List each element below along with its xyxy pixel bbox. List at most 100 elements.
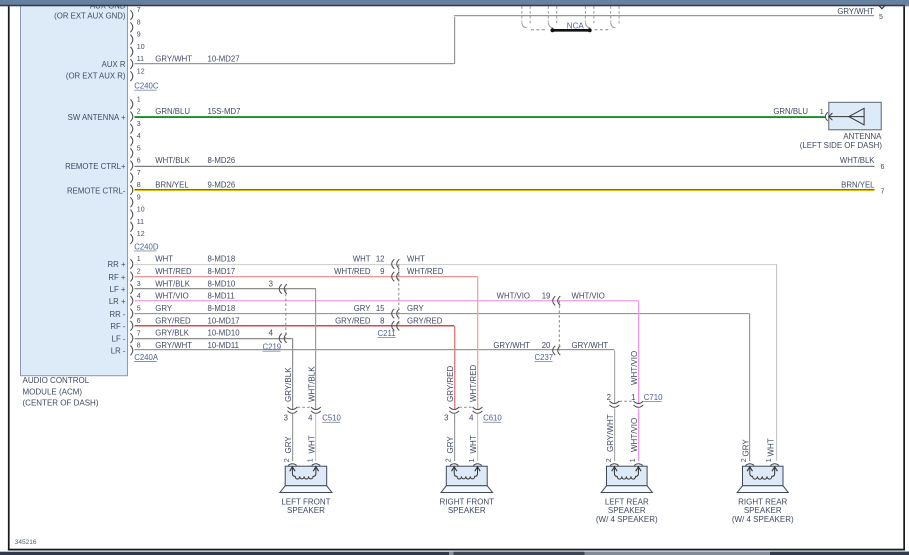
svg-text:REMOTE CTRL+: REMOTE CTRL+ [65, 162, 126, 171]
svg-text:WHT/VIO: WHT/VIO [630, 351, 639, 385]
svg-text:(W/ 4 SPEAKER): (W/ 4 SPEAKER) [732, 515, 794, 524]
svg-text:2: 2 [284, 458, 291, 462]
svg-text:C219: C219 [263, 343, 282, 352]
svg-text:SPEAKER: SPEAKER [608, 506, 646, 515]
svg-text:WHT/RED: WHT/RED [155, 267, 192, 276]
svg-text:10-MD11: 10-MD11 [208, 341, 240, 350]
svg-text:GRY: GRY [446, 436, 455, 454]
svg-text:4: 4 [269, 329, 274, 338]
svg-text:8-MD18: 8-MD18 [208, 255, 236, 264]
svg-text:15S-MD7: 15S-MD7 [208, 107, 241, 116]
svg-text:10: 10 [137, 207, 145, 214]
svg-text:4: 4 [137, 293, 141, 300]
svg-text:BRN/YEL: BRN/YEL [841, 181, 875, 190]
svg-text:WHT/VIO: WHT/VIO [155, 291, 188, 300]
svg-text:GRY/BLK: GRY/BLK [284, 367, 293, 402]
svg-text:7: 7 [137, 330, 141, 337]
svg-text:RR -: RR - [109, 310, 125, 319]
svg-text:3: 3 [137, 281, 141, 288]
svg-text:WHT/RED: WHT/RED [334, 267, 371, 276]
svg-text:8: 8 [380, 316, 384, 325]
svg-text:BRN/YEL: BRN/YEL [155, 181, 189, 190]
svg-text:1: 1 [469, 458, 476, 462]
svg-text:SW ANTENNA +: SW ANTENNA + [68, 113, 126, 122]
svg-text:GRY/BLK: GRY/BLK [155, 329, 189, 338]
svg-text:GRY/WHT: GRY/WHT [155, 54, 192, 63]
svg-text:LF -: LF - [112, 334, 126, 343]
svg-text:GRY/WHT: GRY/WHT [155, 341, 192, 350]
svg-text:10: 10 [137, 44, 145, 51]
svg-text:GRY: GRY [284, 436, 293, 454]
svg-text:15: 15 [376, 304, 385, 313]
svg-text:C610: C610 [483, 414, 502, 423]
svg-text:2: 2 [741, 458, 748, 462]
svg-text:1: 1 [137, 96, 141, 103]
svg-text:WHT/RED: WHT/RED [469, 364, 478, 402]
svg-text:5: 5 [879, 14, 883, 21]
svg-text:AUX R: AUX R [102, 60, 126, 69]
svg-text:WHT/BLK: WHT/BLK [155, 156, 190, 165]
svg-text:ANTENNA: ANTENNA [843, 132, 882, 141]
svg-text:1: 1 [820, 109, 824, 116]
svg-text:2: 2 [607, 393, 611, 402]
svg-text:2: 2 [606, 458, 613, 462]
svg-text:5: 5 [137, 145, 141, 152]
svg-text:8: 8 [137, 343, 141, 350]
svg-text:(W/ 4 SPEAKER): (W/ 4 SPEAKER) [596, 515, 658, 524]
svg-text:(CENTER OF DASH): (CENTER OF DASH) [23, 399, 99, 408]
svg-text:1: 1 [631, 393, 635, 402]
svg-text:10-MD17: 10-MD17 [208, 316, 240, 325]
svg-text:C211: C211 [378, 329, 396, 338]
svg-text:C710: C710 [644, 393, 663, 402]
svg-text:LR -: LR - [111, 347, 126, 356]
svg-text:8: 8 [137, 182, 141, 189]
svg-text:WHT/RED: WHT/RED [407, 267, 444, 276]
svg-text:WHT/BLK: WHT/BLK [840, 156, 875, 165]
svg-text:2: 2 [137, 269, 141, 276]
svg-text:1: 1 [630, 458, 637, 462]
svg-text:8: 8 [137, 19, 141, 26]
svg-text:WHT: WHT [766, 438, 775, 456]
svg-text:345216: 345216 [15, 539, 37, 546]
svg-text:8-MD17: 8-MD17 [208, 267, 236, 276]
svg-text:LF +: LF + [110, 285, 126, 294]
svg-text:7: 7 [137, 7, 141, 14]
svg-text:SPEAKER: SPEAKER [448, 506, 486, 515]
svg-text:NCA: NCA [567, 21, 585, 30]
svg-text:19: 19 [542, 291, 551, 300]
svg-text:GRY/WHT: GRY/WHT [606, 414, 615, 452]
svg-text:RF +: RF + [108, 273, 126, 282]
svg-text:(OR EXT AUX GND): (OR EXT AUX GND) [54, 11, 126, 20]
svg-text:MODULE (ACM): MODULE (ACM) [23, 387, 83, 396]
svg-text:(LEFT SIDE OF DASH): (LEFT SIDE OF DASH) [800, 141, 883, 150]
svg-text:GRY/WHT: GRY/WHT [837, 7, 874, 16]
svg-text:8-MD11: 8-MD11 [208, 291, 235, 300]
svg-text:WHT/VIO: WHT/VIO [497, 291, 530, 300]
svg-text:GRY/RED: GRY/RED [335, 316, 371, 325]
svg-text:1: 1 [307, 458, 314, 462]
svg-text:12: 12 [137, 68, 145, 75]
svg-text:GRY/RED: GRY/RED [155, 316, 191, 325]
svg-text:GRY/WHT: GRY/WHT [493, 341, 530, 350]
svg-text:GRN/BLU: GRN/BLU [773, 107, 808, 116]
svg-text:8-MD10: 8-MD10 [208, 280, 236, 289]
svg-text:3: 3 [284, 414, 288, 423]
svg-text:(OR EXT AUX R): (OR EXT AUX R) [66, 71, 126, 80]
svg-text:WHT/BLK: WHT/BLK [308, 366, 317, 402]
svg-text:20: 20 [542, 341, 551, 350]
svg-text:GRY/WHT: GRY/WHT [572, 341, 609, 350]
svg-text:8-MD18: 8-MD18 [208, 304, 236, 313]
svg-text:GRY: GRY [354, 304, 372, 313]
svg-text:4: 4 [469, 414, 474, 423]
svg-text:7: 7 [137, 170, 141, 177]
svg-text:11: 11 [137, 56, 144, 63]
svg-text:WHT/VIO: WHT/VIO [572, 291, 605, 300]
svg-text:9: 9 [137, 32, 141, 39]
svg-text:4: 4 [308, 414, 313, 423]
svg-text:LR +: LR + [109, 297, 126, 306]
svg-text:12: 12 [137, 231, 145, 238]
svg-text:SPEAKER: SPEAKER [744, 506, 782, 515]
svg-text:WHT: WHT [353, 255, 371, 264]
svg-text:GRY/RED: GRY/RED [446, 365, 455, 402]
svg-text:WHT: WHT [308, 435, 317, 453]
